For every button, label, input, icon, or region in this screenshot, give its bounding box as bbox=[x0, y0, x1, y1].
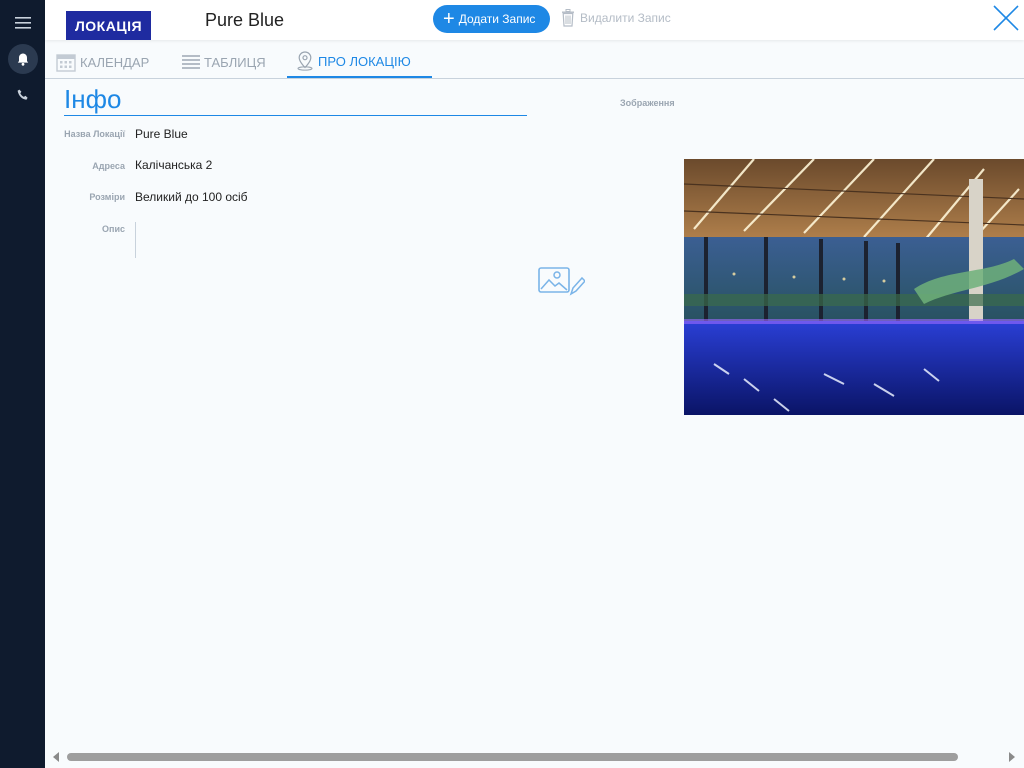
table-icon bbox=[182, 55, 200, 69]
tab-calendar-label: КАЛЕНДАР bbox=[80, 54, 150, 70]
add-record-button[interactable]: + Додати Запис bbox=[433, 5, 550, 33]
add-record-label: Додати Запис bbox=[458, 12, 536, 26]
scroll-left-icon[interactable] bbox=[51, 750, 61, 764]
location-pin-icon bbox=[297, 51, 313, 71]
scroll-right-icon[interactable] bbox=[1007, 750, 1017, 764]
tab-table-label: ТАБЛИЦЯ bbox=[204, 54, 266, 70]
scrollbar-thumb[interactable] bbox=[67, 753, 958, 761]
field-value-address[interactable]: Калічанська 2 bbox=[135, 158, 212, 172]
info-section-title: Інфо bbox=[64, 84, 527, 116]
image-edit-icon[interactable] bbox=[537, 264, 585, 300]
location-title: Pure Blue bbox=[205, 10, 285, 30]
tab-about-location-label: ПРО ЛОКАЦІЮ bbox=[318, 53, 411, 69]
trash-icon bbox=[562, 9, 574, 27]
calendar-icon bbox=[56, 54, 76, 72]
field-label-address: Адреса bbox=[92, 161, 125, 171]
menu-icon bbox=[15, 17, 31, 29]
tab-bar: КАЛЕНДАР ТАБЛИЦЯ ПРО ЛОКАЦІЮ bbox=[45, 46, 1024, 79]
top-bar: ЛОКАЦІЯ Pure Blue + Додати Запис Видалит… bbox=[45, 0, 1024, 40]
delete-record-button[interactable]: Видалити Запис bbox=[561, 8, 671, 28]
field-value-size[interactable]: Великий до 100 осіб bbox=[135, 190, 248, 204]
tab-table[interactable]: ТАБЛИЦЯ bbox=[182, 46, 266, 78]
close-icon[interactable] bbox=[992, 4, 1020, 32]
main-area: ЛОКАЦІЯ Pure Blue + Додати Запис Видалит… bbox=[45, 0, 1024, 768]
phone-icon bbox=[17, 89, 28, 100]
field-label-description: Опис bbox=[102, 224, 125, 234]
delete-record-label: Видалити Запис bbox=[580, 11, 671, 25]
description-field[interactable] bbox=[135, 222, 136, 258]
field-label-size: Розміри bbox=[89, 192, 125, 202]
location-photo bbox=[684, 159, 1024, 415]
notifications-button[interactable] bbox=[8, 44, 38, 74]
pool-photo bbox=[684, 159, 1024, 415]
bell-icon bbox=[17, 53, 29, 66]
image-label: Зображення bbox=[620, 98, 675, 108]
tab-calendar[interactable]: КАЛЕНДАР bbox=[56, 46, 149, 78]
sidebar bbox=[0, 0, 45, 768]
plus-icon: + bbox=[443, 8, 455, 30]
field-value-name[interactable]: Pure Blue bbox=[135, 127, 188, 141]
field-label-name: Назва Локації bbox=[64, 129, 125, 139]
horizontal-scrollbar[interactable] bbox=[45, 750, 1024, 764]
menu-button[interactable] bbox=[8, 8, 38, 38]
location-badge: ЛОКАЦІЯ bbox=[66, 11, 151, 40]
tab-about-location[interactable]: ПРО ЛОКАЦІЮ bbox=[287, 46, 432, 78]
phone-button[interactable] bbox=[8, 80, 38, 110]
